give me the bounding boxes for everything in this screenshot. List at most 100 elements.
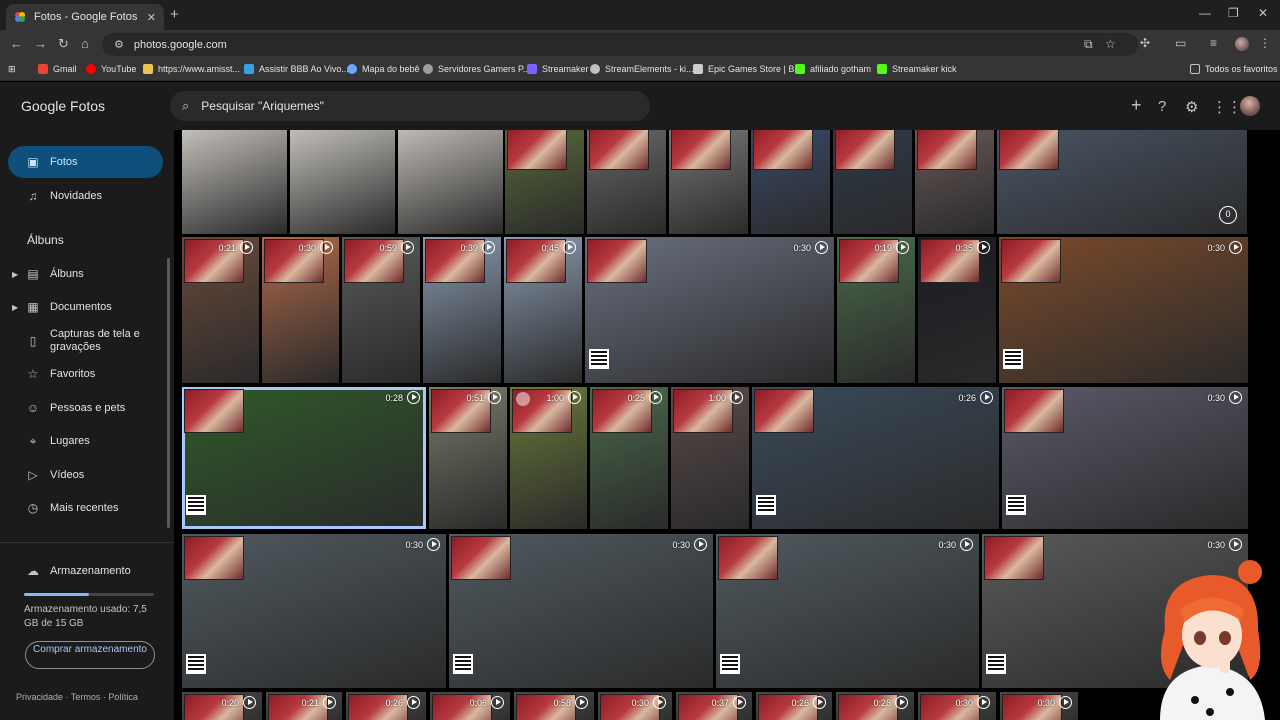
- photo-thumbnail[interactable]: [751, 130, 830, 234]
- video-thumbnail[interactable]: 0:37: [676, 692, 752, 720]
- bookmark-star-icon[interactable]: ☆: [1105, 37, 1116, 51]
- sidebar-item-documentos[interactable]: ▶ ▦ Documentos: [8, 291, 163, 323]
- video-thumbnail[interactable]: 0:59: [342, 237, 420, 383]
- video-thumbnail[interactable]: 0:19: [837, 237, 915, 383]
- install-app-icon[interactable]: ⧉: [1084, 37, 1093, 52]
- create-plus-icon[interactable]: +: [1131, 95, 1142, 116]
- new-tab-button[interactable]: +: [170, 6, 179, 23]
- video-thumbnail[interactable]: 0:20: [182, 692, 262, 720]
- all-bookmarks[interactable]: Todos os favoritos: [1190, 64, 1278, 74]
- video-thumbnail[interactable]: 0:30: [262, 237, 339, 383]
- sidebar-item-mais-recentes[interactable]: ◷ Mais recentes: [8, 492, 163, 524]
- reload-icon[interactable]: ↻: [58, 36, 69, 52]
- bookmark-gmail[interactable]: Gmail: [38, 64, 77, 74]
- video-thumbnail[interactable]: 0:30: [716, 534, 979, 688]
- browser-tab-active[interactable]: Fotos - Google Fotos ✕: [6, 4, 164, 30]
- extensions-icon[interactable]: ✣: [1140, 36, 1150, 50]
- cast-icon[interactable]: ▭: [1175, 36, 1186, 50]
- sidebar-item-lugares[interactable]: ⌖ Lugares: [8, 425, 163, 457]
- sidebar-item-fotos[interactable]: ▣ Fotos: [8, 146, 163, 178]
- bookmark-epic[interactable]: Epic Games Store | B...: [693, 64, 802, 74]
- photo-thumbnail[interactable]: [915, 130, 994, 234]
- photo-thumbnail[interactable]: [505, 130, 584, 234]
- google-photos-logo[interactable]: Google Fotos: [21, 98, 105, 114]
- chrome-menu-icon[interactable]: ⋮: [1259, 36, 1271, 50]
- chrome-profile-avatar[interactable]: [1235, 37, 1249, 51]
- video-thumbnail[interactable]: 0:21: [266, 692, 342, 720]
- video-thumbnail[interactable]: 0:06: [430, 692, 510, 720]
- expand-arrow-icon[interactable]: ▶: [12, 270, 18, 279]
- settings-gear-icon[interactable]: ⚙: [1185, 98, 1198, 116]
- photo-thumbnail[interactable]: [669, 130, 748, 234]
- bookmark-streamelements[interactable]: StreamElements - ki...: [590, 64, 694, 74]
- photo-thumbnail[interactable]: [290, 130, 395, 234]
- sidebar-item-novidades[interactable]: ♫ Novidades: [8, 180, 163, 212]
- video-thumbnail[interactable]: 0:28: [836, 692, 914, 720]
- video-thumbnail[interactable]: 0:30: [999, 237, 1248, 383]
- sidebar-scrollbar[interactable]: [167, 258, 170, 528]
- photo-thumbnail[interactable]: [587, 130, 666, 234]
- video-thumbnail[interactable]: 0:26: [756, 692, 832, 720]
- media-control-icon[interactable]: ≡: [1210, 36, 1217, 50]
- bookmark-amisst[interactable]: https://www.amisst...: [143, 64, 240, 74]
- bookmark-afiliado[interactable]: afiliado gotham: [795, 64, 871, 74]
- sidebar-item-capturas[interactable]: ▯ Capturas de tela e gravações: [8, 325, 163, 357]
- video-thumbnail[interactable]: 0:30: [585, 237, 834, 383]
- restore-icon[interactable]: ❐: [1228, 6, 1239, 20]
- tab-close-icon[interactable]: ✕: [147, 11, 156, 24]
- video-thumbnail[interactable]: 0:45: [504, 237, 582, 383]
- video-thumbnail[interactable]: 0:28: [182, 387, 426, 529]
- bookmark-mapa-bebe[interactable]: Mapa do bebê: [347, 64, 420, 74]
- video-thumbnail[interactable]: 0:25: [590, 387, 668, 529]
- bookmark-servidores[interactable]: Servidores Gamers P...: [423, 64, 530, 74]
- sidebar-item-albuns[interactable]: ▶ ▤ Álbuns: [8, 258, 163, 290]
- google-apps-icon[interactable]: ⋮⋮: [1212, 98, 1242, 116]
- apps-grid-icon[interactable]: ⊞: [8, 64, 16, 75]
- sidebar-item-videos[interactable]: ▷ Vídeos: [8, 459, 163, 491]
- buy-storage-button[interactable]: Comprar armazenamento: [25, 641, 155, 669]
- video-thumbnail[interactable]: 0:51: [429, 387, 507, 529]
- minimize-icon[interactable]: —: [1199, 6, 1211, 20]
- window-close-icon[interactable]: ✕: [1258, 6, 1268, 20]
- account-avatar[interactable]: [1240, 96, 1260, 116]
- select-checkmark-icon[interactable]: [516, 392, 530, 406]
- policy-link[interactable]: Política: [108, 692, 138, 702]
- photo-thumbnail[interactable]: [398, 130, 503, 234]
- terms-link[interactable]: Termos: [71, 692, 101, 702]
- photo-thumbnail[interactable]: 0: [997, 130, 1247, 234]
- sidebar-item-armazenamento[interactable]: ☁ Armazenamento: [8, 555, 163, 587]
- forward-icon[interactable]: →: [34, 36, 47, 51]
- video-thumbnail[interactable]: 0:26: [752, 387, 999, 529]
- video-thumbnail[interactable]: 1:00: [671, 387, 749, 529]
- address-bar[interactable]: ⚙ photos.google.com ⧉ ☆: [102, 33, 1138, 56]
- sidebar-item-favoritos[interactable]: ☆ Favoritos: [8, 358, 163, 390]
- video-thumbnail[interactable]: 0:39: [423, 237, 501, 383]
- bookmark-streamaker[interactable]: Streamaker: [527, 64, 589, 74]
- video-thumbnail[interactable]: 0:58: [514, 692, 594, 720]
- video-thumbnail[interactable]: 0:30: [918, 692, 996, 720]
- video-thumbnail[interactable]: 1:00: [510, 387, 587, 529]
- video-thumbnail[interactable]: 0:26: [346, 692, 426, 720]
- video-thumbnail[interactable]: 0:30: [182, 534, 446, 688]
- video-thumbnail[interactable]: 0:35: [918, 237, 996, 383]
- bookmark-streamaker-kick[interactable]: Streamaker kick: [877, 64, 957, 74]
- expand-arrow-icon[interactable]: ▶: [12, 303, 18, 312]
- video-thumbnail[interactable]: 0:30: [598, 692, 672, 720]
- photo-thumbnail[interactable]: [182, 130, 287, 234]
- bookmark-bbb[interactable]: Assistir BBB Ao Vivo...: [244, 64, 349, 74]
- photo-thumbnail[interactable]: [833, 130, 912, 234]
- privacy-link[interactable]: Privacidade: [16, 692, 63, 702]
- video-thumbnail[interactable]: 0:30: [1002, 387, 1248, 529]
- bookmark-youtube[interactable]: YouTube: [86, 64, 136, 74]
- video-thumbnail[interactable]: 0:30: [449, 534, 713, 688]
- site-info-icon[interactable]: ⚙: [114, 38, 124, 51]
- video-thumbnail[interactable]: 0:21: [182, 237, 259, 383]
- home-icon[interactable]: ⌂: [81, 36, 89, 51]
- duration-label: 0:30: [1207, 242, 1225, 253]
- sidebar-item-pessoas[interactable]: ☺ Pessoas e pets: [8, 392, 163, 424]
- video-thumbnail[interactable]: 0:30: [1000, 692, 1078, 720]
- search-input[interactable]: ⌕ Pesquisar "Ariquemes": [170, 91, 650, 121]
- duration-label: 0:51: [466, 392, 484, 403]
- help-icon[interactable]: ?: [1158, 98, 1166, 115]
- back-icon[interactable]: ←: [10, 36, 23, 51]
